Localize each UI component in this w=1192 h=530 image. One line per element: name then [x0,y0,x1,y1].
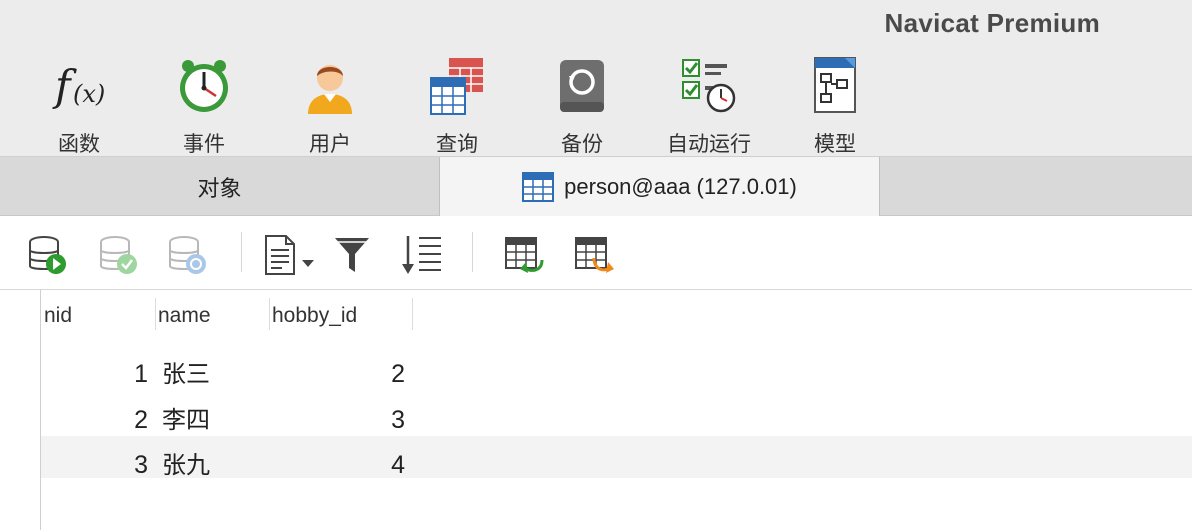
table-icon [522,172,555,202]
cell-nid[interactable]: 3 [41,442,148,488]
rollback-icon[interactable] [166,234,210,276]
toolbar-separator [472,232,473,272]
table-row[interactable]: 3 张九 4 [41,436,1192,479]
import-icon[interactable] [502,234,546,276]
sort-icon[interactable] [399,234,443,276]
toolbar-user-button[interactable]: 用户 [275,56,385,156]
toolbar-model-button[interactable]: 模型 [780,56,890,156]
export-icon[interactable] [572,234,616,276]
begin-transaction-icon[interactable] [26,234,70,276]
tab-table-person[interactable]: person@aaa (127.0.01) [439,157,880,217]
automation-icon [682,59,736,113]
data-grid: nid name hobby_id 1 张三 2 2 李四 3 3 张九 4 [0,290,1192,530]
user-icon [308,65,352,114]
toolbar-automation-button[interactable]: 自动运行 [654,56,764,156]
table-toolbar [0,216,1192,290]
backup-icon [560,60,604,112]
column-header-nid[interactable]: nid [41,290,155,332]
toolbar-label: 自动运行 [667,132,751,156]
toolbar-function-button[interactable]: f (x) 函数 [24,56,134,156]
cell-hobby-id[interactable]: 2 [271,351,405,397]
toolbar-backup-button[interactable]: 备份 [527,56,637,156]
main-toolbar: Navicat Premium f (x) 函数 事件 用户 查询 备份 自动运… [0,0,1192,156]
commit-icon[interactable] [97,234,141,276]
toolbar-label: 模型 [814,132,856,156]
tab-objects[interactable]: 对象 [0,157,439,216]
toolbar-label: 备份 [561,132,603,156]
alarm-clock-icon [180,60,228,112]
toolbar-query-button[interactable]: 查询 [402,56,512,156]
toolbar-label: 函数 [58,132,100,156]
column-divider[interactable] [412,298,413,330]
svg-text:(x): (x) [73,80,105,108]
cell-name[interactable]: 张九 [162,442,272,488]
text-view-icon[interactable] [262,234,318,276]
toolbar-event-button[interactable]: 事件 [149,56,259,156]
column-header-hobby-id[interactable]: hobby_id [269,290,412,332]
tab-bar: 对象 person@aaa (127.0.01) [0,156,1192,217]
toolbar-separator [241,232,242,272]
filter-icon[interactable] [331,234,375,276]
table-row[interactable]: 1 张三 2 [41,351,1192,397]
query-icon [430,58,483,115]
model-icon [814,57,856,113]
app-title: Navicat Premium [884,8,1100,38]
toolbar-label: 查询 [436,132,478,156]
cell-hobby-id[interactable]: 4 [271,442,405,488]
toolbar-label: 用户 [309,132,351,156]
cell-nid[interactable]: 1 [41,351,148,397]
toolbar-label: 事件 [183,132,225,156]
cell-name[interactable]: 张三 [162,351,272,397]
function-icon: f (x) [52,61,105,110]
tab-table-label: person@aaa (127.0.01) [564,174,797,199]
column-header-name[interactable]: name [155,290,269,332]
tab-objects-label: 对象 [197,176,242,202]
